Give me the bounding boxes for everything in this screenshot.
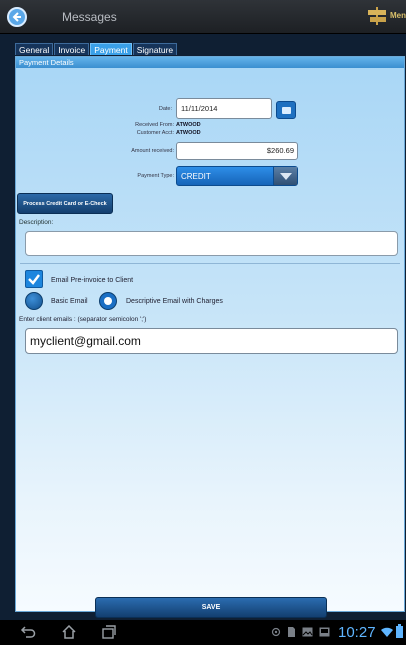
email-checkbox-label: Email Pre-invoice to Client	[51, 277, 134, 284]
radio-descriptive-email[interactable]	[99, 292, 117, 310]
customer-acct-value: ATWOOD	[176, 130, 201, 136]
menu-label: Menu	[390, 11, 406, 20]
clock: 10:27	[338, 624, 376, 641]
description-field[interactable]	[25, 231, 398, 256]
received-from-value: ATWOOD	[176, 122, 201, 128]
customer-acct-label: Customer Acct:	[136, 130, 174, 136]
location-icon	[271, 627, 281, 637]
image-icon	[302, 627, 313, 637]
tab-signature[interactable]: Signature	[132, 43, 178, 55]
date-label: Date:	[158, 106, 172, 112]
home-icon[interactable]	[61, 625, 77, 639]
tab-payment[interactable]: Payment	[90, 43, 132, 55]
signpost-icon	[368, 7, 386, 25]
payment-type-label: Payment Type:	[137, 173, 174, 179]
chevron-down-icon	[273, 167, 297, 185]
sd-card-icon	[319, 627, 330, 637]
back-arrow-icon[interactable]	[7, 7, 27, 27]
calendar-icon[interactable]	[276, 101, 296, 119]
tab-bar: General Invoice Payment Signature	[15, 43, 178, 55]
battery-icon	[396, 624, 403, 638]
payment-type-select[interactable]: CREDIT	[176, 166, 298, 186]
client-emails-label: Enter client emails : (separator semicol…	[19, 316, 147, 323]
amount-field[interactable]: $260.69	[176, 142, 298, 160]
radio-basic-email[interactable]	[25, 292, 43, 310]
divider	[20, 263, 400, 264]
tab-invoice[interactable]: Invoice	[54, 43, 90, 55]
system-nav-bar: 10:27	[0, 620, 406, 645]
radio-descriptive-label: Descriptive Email with Charges	[126, 298, 223, 305]
tab-general[interactable]: General	[15, 43, 54, 55]
action-bar: Messages Menu	[0, 0, 406, 34]
document-icon	[288, 627, 295, 637]
amount-label: Amount received:	[131, 148, 174, 154]
main-area: General Invoice Payment Signature Paymen…	[0, 34, 406, 620]
panel-header: Payment Details	[16, 57, 404, 68]
description-label: Description:	[19, 219, 54, 226]
date-field[interactable]: 11/11/2014	[176, 98, 272, 119]
email-checkbox[interactable]	[25, 270, 43, 288]
back-icon[interactable]	[20, 625, 36, 639]
process-card-button[interactable]: Process Credit Card or E-Check	[17, 193, 113, 214]
menu-button[interactable]: Menu	[366, 4, 406, 30]
checkmark-icon	[28, 274, 40, 285]
save-button[interactable]: SAVE	[95, 597, 327, 618]
app-title: Messages	[62, 10, 117, 24]
recent-apps-icon[interactable]	[101, 625, 117, 639]
radio-basic-label: Basic Email	[51, 298, 88, 305]
wifi-icon	[381, 627, 393, 637]
payment-type-value: CREDIT	[181, 172, 211, 181]
received-from-label: Received From:	[135, 122, 174, 128]
client-emails-field[interactable]: myclient@gmail.com	[25, 328, 398, 354]
payment-details-panel: Payment Details Date: 11/11/2014 Receive…	[15, 56, 405, 612]
